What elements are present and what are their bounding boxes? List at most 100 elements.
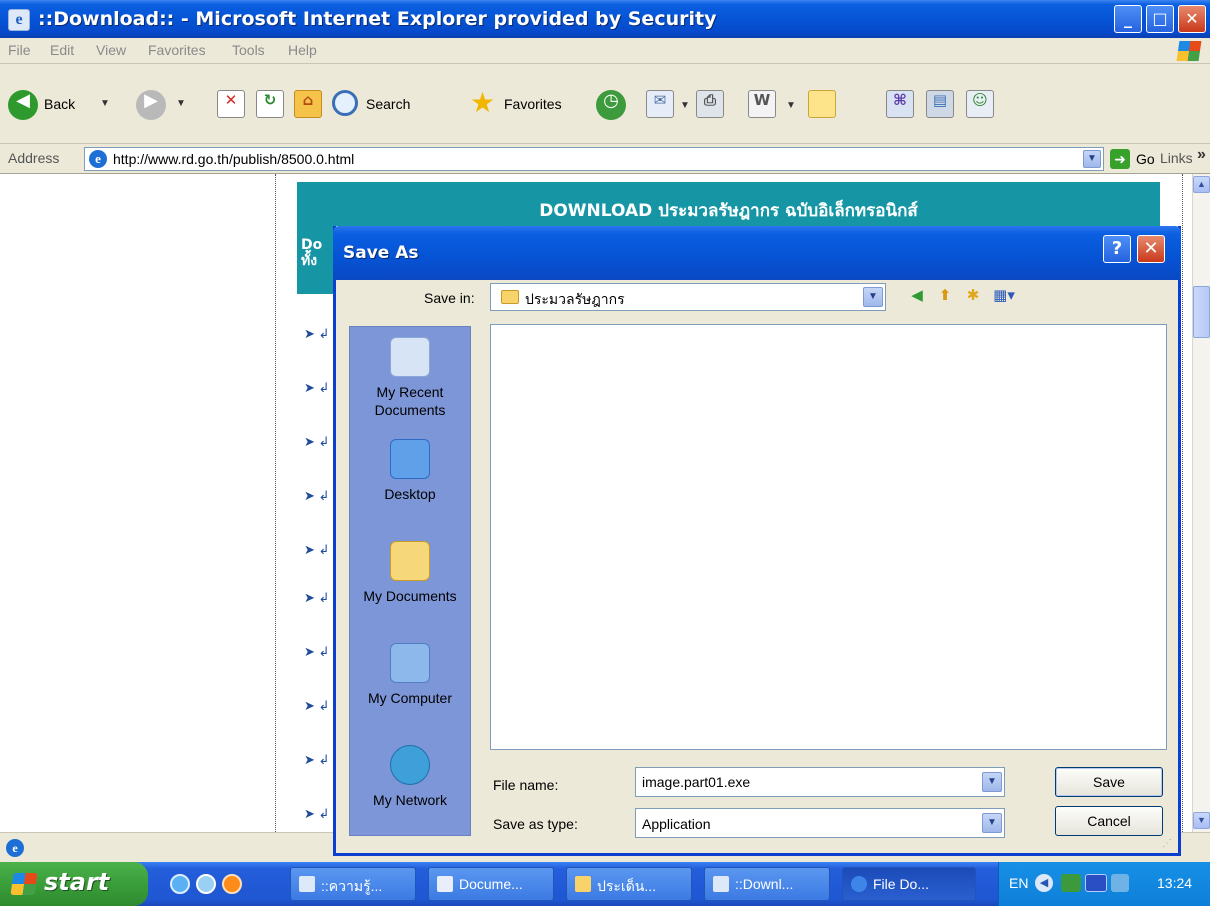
task-label: File Do... — [873, 876, 930, 892]
menu-help[interactable]: Help — [288, 42, 317, 58]
file-name-input[interactable]: image.part01.exe ▼ — [635, 767, 1005, 797]
task-ie-icon — [299, 876, 315, 892]
save-button[interactable]: Save — [1055, 767, 1163, 797]
back-dropdown-icon[interactable]: ▼ — [100, 98, 110, 109]
dialog-help-button[interactable]: ? — [1103, 235, 1131, 263]
task-button[interactable]: Docume... — [428, 867, 554, 901]
menu-tools[interactable]: Tools — [232, 42, 265, 58]
minimize-button[interactable]: _ — [1114, 5, 1142, 33]
tray-expand-icon[interactable]: ◀ — [1035, 874, 1053, 892]
maximize-button[interactable]: □ — [1146, 5, 1174, 33]
menu-favorites[interactable]: Favorites — [148, 42, 206, 58]
menu-edit[interactable]: Edit — [50, 42, 74, 58]
list-item-link[interactable]: ➤ ↲ — [304, 542, 329, 558]
quicklaunch-ie-icon[interactable] — [170, 874, 190, 894]
file-name-dropdown-icon[interactable]: ▼ — [982, 772, 1002, 792]
back-icon[interactable]: ◀ — [906, 286, 928, 308]
ie-app-icon: e — [8, 9, 30, 31]
tray-monitor-icon[interactable] — [1085, 874, 1107, 892]
dialog-title-bar[interactable]: Save As ? ✕ — [333, 226, 1181, 280]
save-as-type-select[interactable]: Application ▼ — [635, 808, 1005, 838]
list-item-link[interactable]: ➤ ↲ — [304, 434, 329, 450]
task-button[interactable]: ::Downl... — [704, 867, 830, 901]
menu-view[interactable]: View — [96, 42, 126, 58]
system-tray: EN ◀ 13:24 — [998, 862, 1210, 906]
back-button[interactable]: ◀ Back ▼ — [8, 88, 118, 122]
print-icon[interactable]: ⎙ — [696, 90, 724, 118]
links-chevron-icon[interactable]: » — [1197, 146, 1206, 164]
tray-network-icon[interactable] — [1061, 874, 1081, 892]
mail-dropdown-icon[interactable]: ▼ — [680, 100, 690, 111]
start-button[interactable]: start — [0, 862, 148, 906]
place-label: My Recent Documents — [374, 384, 446, 418]
refresh-icon[interactable]: ↻ — [256, 90, 284, 118]
file-name-label: File name: — [493, 777, 559, 793]
task-word-icon — [437, 876, 453, 892]
address-input[interactable]: e http://www.rd.go.th/publish/8500.0.htm… — [84, 147, 1104, 171]
home-icon[interactable]: ⌂ — [294, 90, 322, 118]
place-recent-documents[interactable]: My Recent Documents — [350, 327, 470, 429]
page-scrollbar[interactable]: ▲ ▼ — [1192, 174, 1210, 832]
list-item-link[interactable]: ➤ ↲ — [304, 590, 329, 606]
forward-button[interactable]: ▶ ▼ — [136, 88, 196, 122]
place-my-network[interactable]: My Network — [350, 735, 470, 837]
window-title-bar[interactable]: e ::Download:: - Microsoft Internet Expl… — [0, 0, 1210, 38]
save-in-select[interactable]: ประมวลรัษฎากร ▼ — [490, 283, 886, 311]
list-item-link[interactable]: ➤ ↲ — [304, 380, 329, 396]
scrollbar-thumb[interactable] — [1193, 286, 1210, 338]
forward-dropdown-icon[interactable]: ▼ — [176, 98, 186, 109]
go-label: Go — [1136, 151, 1155, 167]
file-list[interactable] — [490, 324, 1167, 750]
list-item-link[interactable]: ➤ ↲ — [304, 698, 329, 714]
mail-icon[interactable]: ✉ — [646, 90, 674, 118]
scroll-down-icon[interactable]: ▼ — [1193, 812, 1210, 829]
links-label[interactable]: Links — [1160, 150, 1193, 166]
menu-file[interactable]: File — [8, 42, 31, 58]
list-item-link[interactable]: ➤ ↲ — [304, 752, 329, 768]
list-item-link[interactable]: ➤ ↲ — [304, 806, 329, 822]
forward-arrow-icon: ▶ — [136, 90, 166, 120]
view-menu-icon[interactable]: ▦▾ — [990, 286, 1018, 308]
address-dropdown-icon[interactable]: ▼ — [1083, 150, 1101, 168]
list-item-link[interactable]: ➤ ↲ — [304, 644, 329, 660]
language-indicator[interactable]: EN — [1009, 875, 1028, 891]
list-item-link[interactable]: ➤ ↲ — [304, 488, 329, 504]
dialog-close-button[interactable]: ✕ — [1137, 235, 1165, 263]
task-label: ::ความรู้... — [321, 878, 383, 894]
research-icon[interactable]: ⌘ — [886, 90, 914, 118]
tray-connection-icon[interactable] — [1111, 874, 1129, 892]
place-desktop[interactable]: Desktop — [350, 429, 470, 531]
stop-icon[interactable]: ✕ — [217, 90, 245, 118]
search-button[interactable]: Search — [332, 88, 452, 122]
task-button-active[interactable]: File Do... — [842, 867, 976, 901]
status-page-icon: e — [6, 839, 24, 857]
quicklaunch-media-icon[interactable] — [222, 874, 242, 894]
up-folder-icon[interactable]: ⬆ — [934, 286, 956, 308]
windows-flag-icon — [10, 873, 38, 895]
edit-icon[interactable]: W — [748, 90, 776, 118]
messenger-book-icon[interactable]: ▤ — [926, 90, 954, 118]
address-value: http://www.rd.go.th/publish/8500.0.html — [113, 151, 355, 167]
scroll-up-icon[interactable]: ▲ — [1193, 176, 1210, 193]
close-button[interactable]: ✕ — [1178, 5, 1206, 33]
favorites-button[interactable]: ★ Favorites — [470, 88, 590, 122]
task-ie-icon — [713, 876, 729, 892]
save-as-type-dropdown-icon[interactable]: ▼ — [982, 813, 1002, 833]
task-button[interactable]: ประเด็น... — [566, 867, 692, 901]
discuss-icon[interactable] — [808, 90, 836, 118]
page-divider — [275, 174, 276, 832]
task-button[interactable]: ::ความรู้... — [290, 867, 416, 901]
new-folder-icon[interactable]: ✱ — [962, 286, 984, 308]
edit-dropdown-icon[interactable]: ▼ — [786, 100, 796, 111]
clock[interactable]: 13:24 — [1157, 875, 1192, 891]
list-item-link[interactable]: ➤ ↲ — [304, 326, 329, 342]
save-in-dropdown-icon[interactable]: ▼ — [863, 287, 883, 307]
quicklaunch-outlook-icon[interactable] — [196, 874, 216, 894]
resize-grip-icon[interactable]: ⋰ — [1162, 838, 1172, 849]
place-my-computer[interactable]: My Computer — [350, 633, 470, 735]
place-my-documents[interactable]: My Documents — [350, 531, 470, 633]
cancel-button[interactable]: Cancel — [1055, 806, 1163, 836]
history-icon[interactable]: ◷ — [596, 90, 626, 120]
save-as-type-label: Save as type: — [493, 816, 578, 832]
messenger-icon[interactable]: ☺ — [966, 90, 994, 118]
